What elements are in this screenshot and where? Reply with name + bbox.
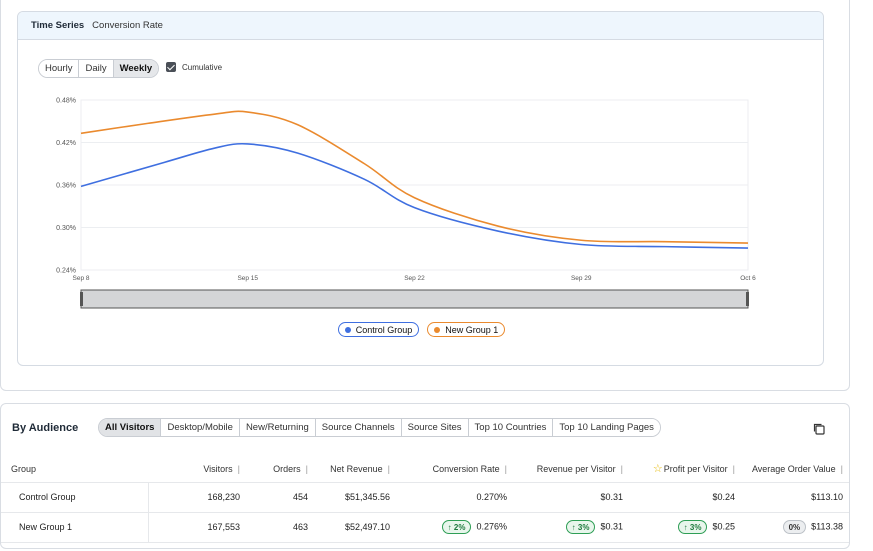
row-group-name: Control Group [1,482,149,513]
rpv-uplift-value: 3% [577,522,590,532]
row-net-revenue: $51,345.56 [316,482,398,513]
x-tick-label: Sep 8 [73,275,90,282]
table-header-row: Group Visitors | Orders | Net Revenue | Con… [1,456,849,483]
row-ppv: ↑ 3% $0.25 [631,512,743,543]
col-conversion-rate[interactable]: Conversion Rate | [398,456,515,483]
col-orders-label: Orders [273,463,301,474]
row-rpv: $0.31 [515,482,631,513]
row-rpv: ↑ 3% $0.31 [515,512,631,543]
by-audience-panel: By Audience All Visitors Desktop/Mobile … [0,403,850,549]
col-group[interactable]: Group [1,456,148,483]
tab-top-10-countries[interactable]: Top 10 Countries [468,419,554,436]
control-group-dot [344,326,351,333]
tab-all-visitors[interactable]: All Visitors [99,419,162,436]
x-tick-label: Oct 6 [740,275,756,282]
col-orders[interactable]: Orders | [248,456,316,483]
y-tick-label: 0.36% [56,183,76,190]
col-net-revenue-label: Net Revenue [330,463,383,474]
chart-legend: Control Group New Group 1 [18,322,823,337]
aov-change-value: 0% [788,522,801,532]
row-aov: 0% $113.38 [743,512,849,543]
row-orders: 463 [248,512,316,543]
table-row: New Group 1 167,553 463 $52,497.10 ↑ 2% 0… [1,512,849,543]
copy-icon[interactable] [812,422,826,436]
by-audience-title: By Audience [12,422,79,434]
row-aov: $113.10 [743,482,849,513]
row-conversion-rate: 0.270% [398,482,515,513]
tab-new-returning[interactable]: New/Returning [239,419,316,436]
range-handle-right[interactable] [746,292,749,306]
tab-top-10-landing-pages[interactable]: Top 10 Landing Pages [553,419,660,436]
col-rpv-label: Revenue per Visitor [536,463,616,474]
col-aov-label: Average Order Value [751,463,836,474]
y-tick-label: 0.24% [56,268,76,275]
conversion-uplift-value: 2% [453,522,466,532]
audience-tabs: All Visitors Desktop/Mobile New/Returnin… [98,418,661,437]
tab-source-channels[interactable]: Source Channels [315,419,402,436]
range-slider[interactable] [80,289,749,309]
legend-new-group-1[interactable]: New Group 1 [427,322,506,337]
ppv-value: $0.25 [712,521,735,532]
x-tick-label: Sep 22 [404,275,425,282]
row-orders: 454 [248,482,316,513]
tab-desktop-mobile[interactable]: Desktop/Mobile [161,419,240,436]
x-tick-label: Sep 29 [571,275,592,282]
col-conversion-rate-label: Conversion Rate [432,463,500,474]
y-tick-label: 0.48% [56,98,76,105]
arrow-up-icon: ↑ [571,522,576,532]
col-visitors[interactable]: Visitors | [148,456,248,483]
row-visitors: 167,553 [148,512,248,543]
time-series-card: Time Series Conversion Rate Hourly Daily… [17,11,824,366]
y-tick-label: 0.30% [56,225,76,232]
new-group-dot [434,326,441,333]
ppv-uplift-value: 3% [689,522,702,532]
col-net-revenue[interactable]: Net Revenue | [316,456,398,483]
col-profit-per-visitor[interactable]: ☆Profit per Visitor | [631,456,743,483]
rpv-value: $0.31 [600,521,623,532]
ppv-uplift-badge: ↑ 3% [677,520,708,534]
row-conversion-rate: ↑ 2% 0.276% [398,512,515,543]
arrow-up-icon: ↑ [447,522,452,532]
conversion-rate-chart: 0.48% 0.42% 0.36% 0.30% 0.24%Sep 8 Sep 15 Sep … [56,98,756,309]
conversion-value: 0.276% [476,521,507,532]
row-visitors: 168,230 [148,482,248,513]
col-average-order-value[interactable]: Average Order Value | [743,456,849,483]
y-tick-label: 0.42% [56,140,76,147]
star-icon[interactable]: ☆ [653,463,663,475]
tab-source-sites[interactable]: Source Sites [401,419,469,436]
x-tick-label: Sep 15 [237,275,258,282]
conversion-uplift-badge: ↑ 2% [441,520,472,534]
row-net-revenue: $52,497.10 [316,512,398,543]
row-group-name: New Group 1 [1,512,149,543]
table-row: Control Group 168,230 454 $51,345.56 0.2… [1,482,849,513]
col-revenue-per-visitor[interactable]: Revenue per Visitor | [515,456,631,483]
legend-control-group[interactable]: Control Group [337,322,420,337]
legend-control-label: Control Group [355,324,413,335]
col-ppv-label: Profit per Visitor [663,464,728,475]
audience-table: Group Visitors | Orders | Net Revenue | Con… [1,456,849,543]
arrow-up-icon: ↑ [683,522,688,532]
legend-new-group-label: New Group 1 [445,324,499,335]
range-handle-left[interactable] [80,292,83,306]
row-ppv: $0.24 [631,482,743,513]
aov-value: $113.38 [811,521,843,532]
col-visitors-label: Visitors [203,463,233,474]
rpv-uplift-badge: ↑ 3% [565,520,596,534]
aov-change-badge: 0% [782,520,807,534]
